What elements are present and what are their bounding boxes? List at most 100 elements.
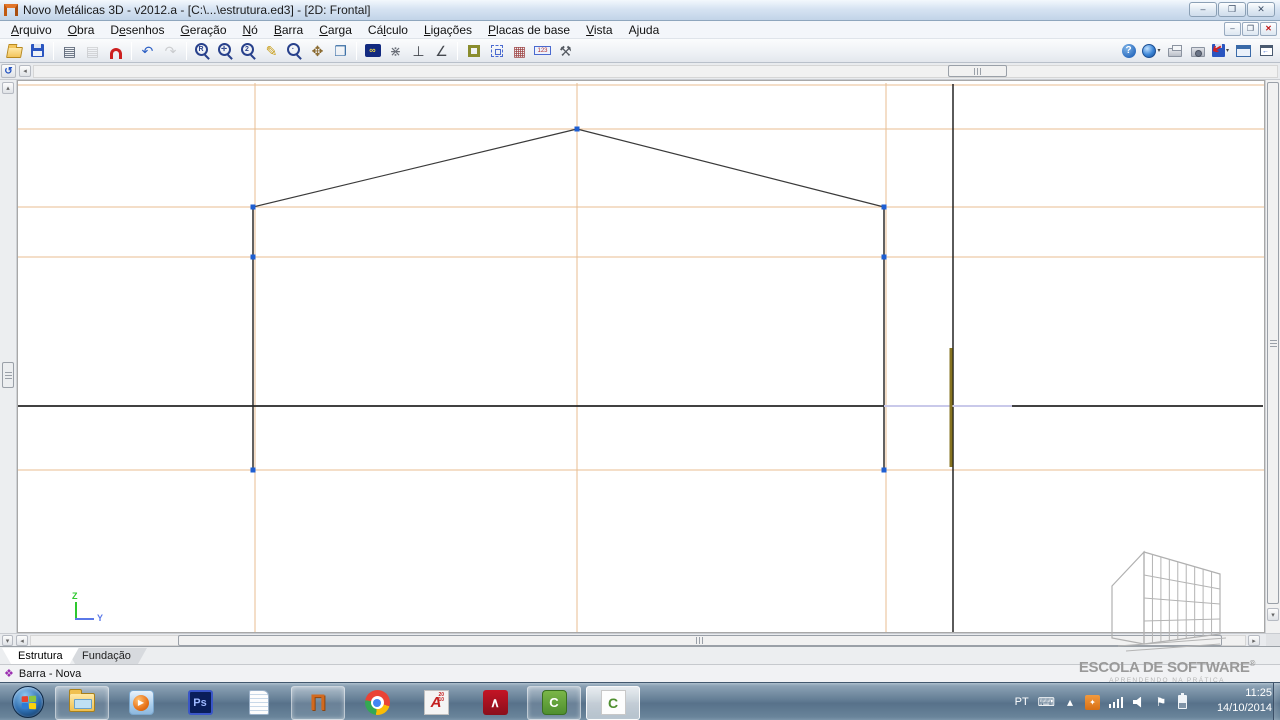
structure-node[interactable] bbox=[882, 205, 887, 210]
pan-button[interactable]: ✥ bbox=[307, 40, 328, 61]
export-button[interactable]: ➔▾ bbox=[1210, 40, 1231, 61]
panel-config-button[interactable] bbox=[1233, 40, 1254, 61]
drawing-canvas[interactable]: Z Y bbox=[17, 80, 1265, 633]
autocad-button[interactable]: A20 10 bbox=[409, 686, 463, 720]
mdi-restore-button[interactable]: ❐ bbox=[1242, 22, 1259, 36]
window-dock-icon: ← bbox=[1260, 45, 1273, 56]
close-button[interactable]: ✕ bbox=[1247, 2, 1275, 17]
open-file-button[interactable] bbox=[4, 40, 25, 61]
zoom-x2-button[interactable]: 2 bbox=[238, 40, 259, 61]
tools-button[interactable]: ⚒ bbox=[555, 40, 576, 61]
coordinates-button[interactable]: ∠ bbox=[431, 40, 452, 61]
redo-button[interactable]: ↷ bbox=[160, 40, 181, 61]
menu-vista[interactable]: Vista bbox=[578, 22, 620, 38]
redraw-button[interactable]: ✎ bbox=[261, 40, 282, 61]
selection-window-button[interactable] bbox=[486, 40, 507, 61]
restore-button[interactable]: ❐ bbox=[1218, 2, 1246, 17]
scroll-left-button[interactable]: ◂ bbox=[19, 65, 31, 77]
chrome-button[interactable] bbox=[350, 686, 404, 720]
web-services-button[interactable]: ▾ bbox=[1141, 40, 1162, 61]
language-indicator[interactable]: PT bbox=[1015, 696, 1029, 708]
tab-estrutura[interactable]: Estrutura bbox=[2, 648, 79, 664]
node-tools-button[interactable]: ⋇ bbox=[385, 40, 406, 61]
photoshop-button[interactable]: Ps bbox=[173, 686, 227, 720]
structure-node[interactable] bbox=[251, 255, 256, 260]
help-icon: ? bbox=[1122, 44, 1136, 58]
menu-obra[interactable]: Obra bbox=[60, 22, 103, 38]
bottom-scrollbar[interactable]: ▾ ◂ ▸ bbox=[0, 633, 1280, 646]
undo-button[interactable]: ↶ bbox=[137, 40, 158, 61]
notification-app-icon[interactable]: ✦ bbox=[1085, 695, 1100, 710]
window-dock-button[interactable]: ← bbox=[1256, 40, 1277, 61]
right-scrollbar[interactable]: ▾ bbox=[1265, 80, 1280, 633]
menu-placas-de-base[interactable]: Placas de base bbox=[480, 22, 578, 38]
left-scrollbar-thumb[interactable] bbox=[2, 362, 14, 388]
menu-arquivo[interactable]: Arquivo bbox=[3, 22, 60, 38]
camtasia-recorder-button[interactable]: C bbox=[586, 686, 640, 720]
structure-node[interactable] bbox=[882, 255, 887, 260]
find-button[interactable]: ∞ bbox=[362, 40, 383, 61]
menu-carga[interactable]: Carga bbox=[311, 22, 360, 38]
view-tool-button[interactable]: ↺ bbox=[1, 64, 16, 78]
taskbar-clock[interactable]: 11:25 14/10/2014 bbox=[1217, 686, 1272, 716]
show-desktop-button[interactable] bbox=[1273, 683, 1280, 720]
action-center-icon[interactable]: ⚑ bbox=[1155, 695, 1167, 709]
scroll-up-button[interactable]: ▴ bbox=[2, 82, 14, 94]
mdi-minimize-button[interactable]: – bbox=[1224, 22, 1241, 36]
notepad-button[interactable] bbox=[232, 686, 286, 720]
menu-ligacoes[interactable]: Ligações bbox=[416, 22, 480, 38]
top-scrollbar[interactable]: ↺ ◂ bbox=[0, 63, 1280, 80]
network-icon[interactable] bbox=[1109, 697, 1124, 708]
magnet-snap-button[interactable] bbox=[105, 40, 126, 61]
dimension-button[interactable]: 123 bbox=[532, 40, 553, 61]
references-button[interactable]: ▦ bbox=[509, 40, 530, 61]
zoom-previous-button[interactable]: · bbox=[284, 40, 305, 61]
structure-node[interactable] bbox=[251, 205, 256, 210]
zoom-extents-button[interactable]: ✛ bbox=[215, 40, 236, 61]
structure-node[interactable] bbox=[575, 127, 580, 132]
mdi-close-button[interactable]: ✕ bbox=[1260, 22, 1277, 36]
volume-icon[interactable] bbox=[1133, 697, 1146, 708]
drawing-sheets-button[interactable]: ▤ bbox=[59, 40, 80, 61]
explorer-button[interactable] bbox=[55, 686, 109, 720]
save-file-button[interactable] bbox=[27, 40, 48, 61]
bottom-scrollbar-thumb[interactable] bbox=[178, 635, 1222, 646]
print-preview-button[interactable] bbox=[1187, 40, 1208, 61]
previous-window-button[interactable]: ❐ bbox=[330, 40, 351, 61]
menu-calculo[interactable]: Cálculo bbox=[360, 22, 416, 38]
structure-node[interactable] bbox=[251, 468, 256, 473]
battery-icon[interactable] bbox=[1176, 695, 1188, 709]
zoom-window-button[interactable]: R bbox=[192, 40, 213, 61]
menu-geracao[interactable]: Geração bbox=[172, 22, 234, 38]
media-player-button[interactable]: ▶ bbox=[114, 686, 168, 720]
scroll-down-button[interactable]: ▾ bbox=[1267, 608, 1279, 621]
menu-desenhos[interactable]: Desenhos bbox=[102, 22, 172, 38]
help-button[interactable]: ? bbox=[1118, 40, 1139, 61]
section-display-button[interactable] bbox=[463, 40, 484, 61]
adobe-reader-button[interactable]: ∧ bbox=[468, 686, 522, 720]
menu-barra[interactable]: Barra bbox=[266, 22, 311, 38]
right-scrollbar-thumb[interactable] bbox=[1267, 82, 1279, 604]
top-scrollbar-track[interactable] bbox=[33, 65, 1278, 78]
perpendicular-button[interactable]: ⊥ bbox=[408, 40, 429, 61]
view-list-button[interactable]: ▾ bbox=[2, 635, 13, 646]
camtasia-button[interactable]: C bbox=[527, 686, 581, 720]
drawing-sheets-disabled-button[interactable]: ▤ bbox=[82, 40, 103, 61]
left-scrollbar[interactable]: ▴ bbox=[0, 80, 17, 633]
top-scrollbar-thumb[interactable] bbox=[948, 65, 1007, 77]
print-button[interactable] bbox=[1164, 40, 1185, 61]
keyboard-icon[interactable]: ⌨ bbox=[1038, 695, 1055, 709]
structure-node[interactable] bbox=[882, 468, 887, 473]
print-icon bbox=[1168, 48, 1182, 57]
scroll-right-button[interactable]: ▸ bbox=[1248, 635, 1260, 646]
minimize-button[interactable]: – bbox=[1189, 2, 1217, 17]
tab-fundacao[interactable]: Fundação bbox=[66, 648, 147, 664]
scroll-left-button[interactable]: ◂ bbox=[16, 635, 28, 646]
start-button[interactable] bbox=[6, 684, 50, 720]
show-hidden-icons-button[interactable]: ▴ bbox=[1064, 695, 1076, 709]
menu-ajuda[interactable]: Ajuda bbox=[621, 22, 668, 38]
drawing-sheets-icon: ▤ bbox=[63, 44, 76, 58]
menu-no[interactable]: Nó bbox=[235, 22, 266, 38]
metalicas-3d-button[interactable]: Π bbox=[291, 686, 345, 720]
title-bar[interactable]: Novo Metálicas 3D - v2012.a - [C:\...\es… bbox=[0, 0, 1280, 21]
